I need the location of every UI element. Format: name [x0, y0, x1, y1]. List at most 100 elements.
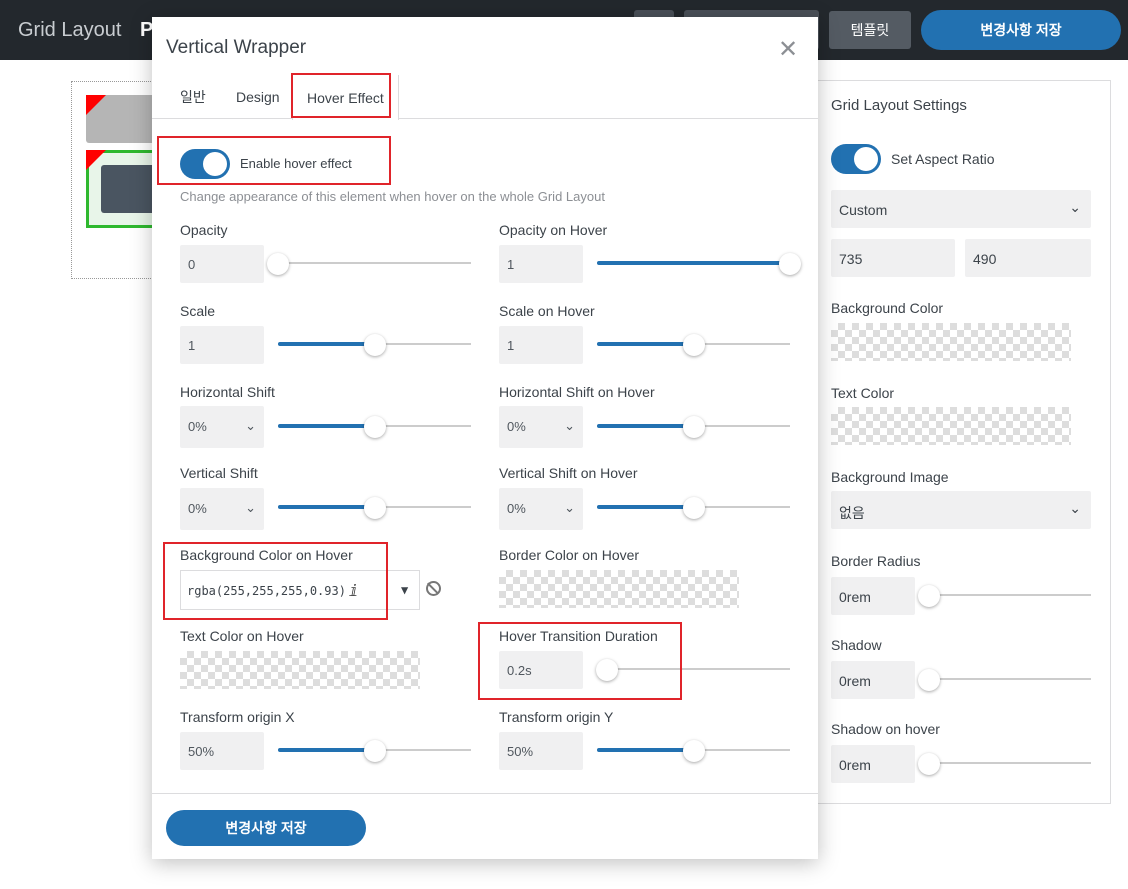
block-marker: [86, 95, 106, 115]
bg-color-label: Background Color: [831, 300, 944, 316]
text-color-label: Text Color: [831, 385, 895, 401]
vshift-hover-slider[interactable]: [597, 497, 790, 519]
chevron-down-icon: ⌄: [564, 500, 575, 515]
slider-thumb[interactable]: [682, 416, 705, 438]
chevron-down-icon: ⌄: [245, 418, 256, 433]
text-hover-label: Text Color on Hover: [180, 628, 304, 644]
hshift-hover-slider[interactable]: [597, 416, 790, 438]
slider-thumb[interactable]: [363, 416, 386, 438]
vshift-hover-value: 0%: [507, 501, 526, 516]
border-hover-swatch[interactable]: [499, 570, 739, 608]
opacity-label: Opacity: [180, 222, 228, 238]
hshift-hover-label: Horizontal Shift on Hover: [499, 384, 655, 400]
modal-footer: 변경사항 저장: [152, 793, 818, 859]
scale-hover-label: Scale on Hover: [499, 303, 595, 319]
aspect-ratio-label: Set Aspect Ratio: [891, 151, 995, 167]
slider-thumb[interactable]: [363, 334, 386, 356]
hshift-slider[interactable]: [278, 416, 471, 438]
highlight-box: [163, 542, 388, 620]
width-input[interactable]: 735: [831, 239, 955, 277]
opacity-input[interactable]: 0: [180, 245, 264, 283]
opacity-hover-label: Opacity on Hover: [499, 222, 608, 238]
scale-hover-input[interactable]: 1: [499, 326, 583, 364]
bg-color-swatch[interactable]: [831, 323, 1071, 361]
shadow-hover-slider[interactable]: [918, 753, 1091, 775]
scale-input[interactable]: 1: [180, 326, 264, 364]
tab-design[interactable]: Design: [222, 75, 294, 119]
save-changes-button[interactable]: 변경사항 저장: [166, 810, 366, 846]
origin-y-label: Transform origin Y: [499, 709, 614, 725]
highlight-box: [478, 622, 682, 700]
scale-slider[interactable]: [278, 334, 471, 356]
opacity-slider[interactable]: [267, 253, 471, 275]
origin-x-input[interactable]: 50%: [180, 732, 264, 770]
slider-thumb[interactable]: [779, 253, 801, 275]
app-title: Grid Layout: [18, 19, 122, 41]
vshift-hover-label: Vertical Shift on Hover: [499, 465, 638, 481]
vshift-select[interactable]: 0% ⌄: [180, 488, 264, 530]
border-radius-slider[interactable]: [918, 585, 1091, 607]
bg-image-select[interactable]: 없음 ⌄: [831, 491, 1091, 529]
text-color-swatch[interactable]: [831, 407, 1071, 445]
template-button[interactable]: 템플릿: [829, 11, 911, 49]
tab-general[interactable]: 일반: [166, 75, 220, 119]
scale-hover-slider[interactable]: [597, 334, 790, 356]
origin-y-slider[interactable]: [597, 740, 790, 762]
border-radius-label: Border Radius: [831, 553, 921, 569]
clear-color-icon[interactable]: [426, 581, 441, 596]
shadow-input[interactable]: 0rem: [831, 661, 915, 699]
shadow-label: Shadow: [831, 637, 882, 653]
chevron-down-icon: ⌄: [245, 500, 256, 515]
shadow-hover-input[interactable]: 0rem: [831, 745, 915, 783]
hshift-label: Horizontal Shift: [180, 384, 275, 400]
vshift-slider[interactable]: [278, 497, 471, 519]
modal-title: Vertical Wrapper: [166, 37, 307, 58]
shadow-slider[interactable]: [918, 669, 1091, 691]
save-changes-button[interactable]: 변경사항 저장: [921, 10, 1121, 50]
vshift-hover-select[interactable]: 0% ⌄: [499, 488, 583, 530]
opacity-hover-slider[interactable]: [597, 253, 801, 275]
vshift-value: 0%: [188, 501, 207, 516]
shadow-hover-label: Shadow on hover: [831, 721, 940, 737]
caret-down-icon[interactable]: ▼: [401, 583, 408, 597]
origin-x-label: Transform origin X: [180, 709, 295, 725]
grid-layout-settings-panel: Grid Layout Settings Set Aspect Ratio Cu…: [816, 80, 1111, 804]
border-radius-input[interactable]: 0rem: [831, 577, 915, 615]
scale-label: Scale: [180, 303, 216, 319]
block-marker: [86, 150, 106, 170]
bg-image-label: Background Image: [831, 469, 949, 485]
slider-thumb[interactable]: [918, 753, 940, 775]
modal-tabs: 일반 Design Hover Effect: [152, 75, 818, 120]
origin-x-slider[interactable]: [278, 740, 471, 762]
toggle-knob: [854, 147, 878, 171]
aspect-ratio-value: Custom: [839, 202, 888, 218]
vshift-label: Vertical Shift: [180, 465, 258, 481]
vertical-wrapper-modal: Vertical Wrapper ✕ 일반 Design Hover Effec…: [152, 17, 818, 859]
hshift-hover-select[interactable]: 0% ⌄: [499, 406, 583, 448]
origin-y-input[interactable]: 50%: [499, 732, 583, 770]
bg-image-value: 없음: [839, 505, 865, 521]
close-icon[interactable]: ✕: [778, 35, 798, 64]
hshift-hover-value: 0%: [507, 419, 526, 434]
slider-thumb[interactable]: [682, 497, 705, 519]
slider-thumb[interactable]: [682, 740, 705, 762]
slider-thumb[interactable]: [682, 334, 705, 356]
hshift-select[interactable]: 0% ⌄: [180, 406, 264, 448]
slider-thumb[interactable]: [363, 740, 386, 762]
highlight-box: [157, 136, 391, 185]
panel-title: Grid Layout Settings: [831, 97, 967, 114]
slider-thumb[interactable]: [267, 253, 289, 275]
opacity-hover-input[interactable]: 1: [499, 245, 583, 283]
slider-thumb[interactable]: [363, 497, 386, 519]
chevron-down-icon: ⌄: [1069, 500, 1081, 516]
hshift-value: 0%: [188, 419, 207, 434]
height-input[interactable]: 490: [965, 239, 1091, 277]
hover-description: Change appearance of this element when h…: [180, 189, 605, 204]
text-hover-swatch[interactable]: [180, 651, 420, 689]
slider-thumb[interactable]: [918, 585, 940, 607]
aspect-ratio-toggle[interactable]: [831, 144, 881, 174]
highlight-box: [291, 73, 391, 118]
slider-thumb[interactable]: [918, 669, 940, 691]
chevron-down-icon: ⌄: [564, 418, 575, 433]
aspect-ratio-select[interactable]: Custom ⌄: [831, 190, 1091, 228]
